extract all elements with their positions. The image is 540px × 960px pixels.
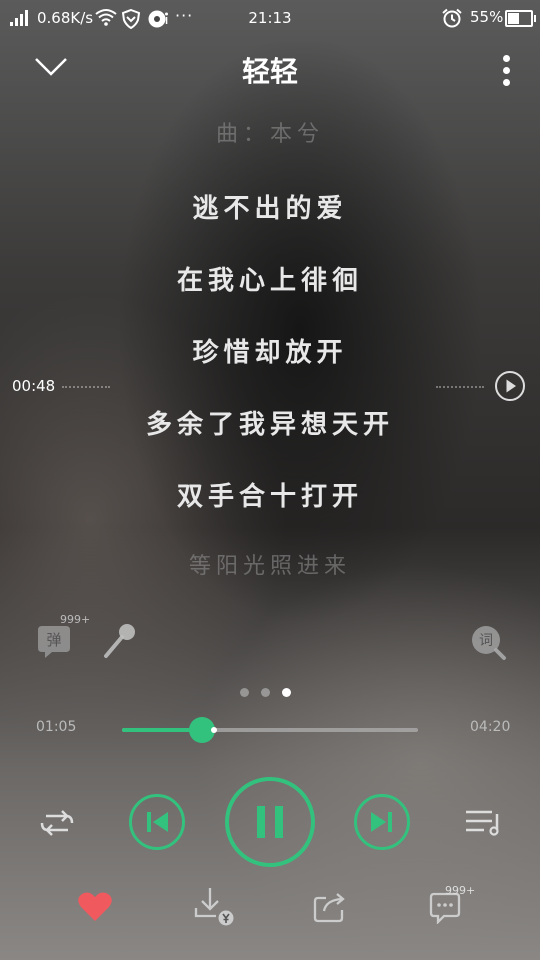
status-bar: 0.68K/s ··· 21:13 55%: [0, 0, 540, 36]
page-dot: [240, 688, 249, 697]
lyric-line: 曲：本兮: [215, 122, 324, 147]
danmu-icon[interactable]: 弹: [36, 624, 72, 660]
more-vertical-icon[interactable]: [498, 55, 516, 87]
battery-icon: [505, 10, 536, 27]
page-indicator: [240, 688, 300, 698]
download-icon[interactable]: [194, 886, 236, 928]
next-icon[interactable]: [353, 793, 411, 851]
player-screen: 0.68K/s ··· 21:13 55% 轻轻 曲：本兮 逃不出的爱 在我心上…: [0, 0, 540, 960]
danmu-label: 弹: [46, 631, 61, 649]
lyric-line: 珍惜却放开: [192, 338, 348, 368]
lyric-line: 逃不出的爱: [192, 194, 348, 224]
share-icon[interactable]: [312, 890, 348, 924]
page-dot: [282, 688, 291, 697]
total-time: 04:20: [470, 719, 511, 735]
lyric-search-icon[interactable]: 词: [469, 624, 507, 662]
lyric-line: 多余了我异想天开: [145, 410, 394, 440]
current-time: 01:05: [36, 719, 77, 735]
battery-percent: 55%: [470, 8, 504, 26]
lyric-line: 双手合十打开: [176, 482, 363, 512]
pause-icon[interactable]: [224, 776, 316, 868]
lyric-scrub-line-right: [436, 386, 484, 388]
playlist-icon[interactable]: [464, 806, 504, 838]
danmu-count: 999+: [60, 613, 91, 626]
microphone-icon[interactable]: [100, 622, 138, 660]
heart-icon[interactable]: [77, 891, 113, 923]
alarm-icon: [442, 8, 462, 28]
lyric-scrub-line-left: [62, 386, 110, 388]
repeat-icon[interactable]: [36, 806, 78, 840]
lyric-line: 等阳光照进来: [188, 554, 351, 579]
lyric-line: 在我心上徘徊: [176, 266, 363, 296]
lyric-button-label: 词: [479, 633, 493, 649]
progress-track[interactable]: [122, 728, 418, 732]
comment-count: 999+: [445, 884, 476, 897]
lyric-scrub-time: 00:48: [12, 377, 56, 395]
progress-thumb[interactable]: [188, 717, 217, 743]
previous-icon[interactable]: [128, 793, 186, 851]
song-title: 轻轻: [241, 55, 298, 88]
play-from-lyric-icon[interactable]: [494, 370, 526, 402]
page-dot: [261, 688, 270, 697]
